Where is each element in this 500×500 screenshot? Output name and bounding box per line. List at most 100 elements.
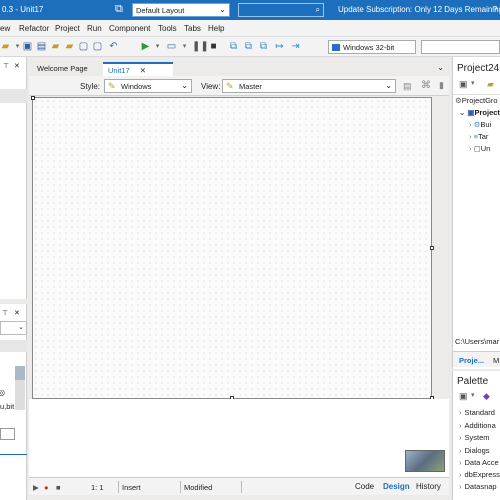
chevron-right-icon: › <box>469 144 472 153</box>
tree-item-build[interactable]: › ⚙Bui <box>469 120 491 129</box>
pin-icon[interactable]: ⊤ <box>3 62 9 70</box>
chevron-right-icon: › <box>469 132 472 141</box>
run-to-cursor-icon[interactable]: ↦ <box>274 41 285 52</box>
target-platform-dropdown[interactable]: Windows 32-bit <box>328 40 416 54</box>
toolbar-icon[interactable]: ▤ <box>403 81 412 92</box>
tab-model-view[interactable]: M <box>493 356 499 365</box>
palette-category-standard[interactable]: › Standard <box>459 408 495 417</box>
component-filter[interactable]: ⌄ <box>0 321 27 335</box>
project-manager-panel: Project24. ▣ ▾ ▰ ⚙ProjectGro ⌄ ▣Project … <box>452 57 500 369</box>
close-icon[interactable]: ✕ <box>140 66 146 75</box>
step-over-icon[interactable]: ⧉ <box>243 41 254 52</box>
window-title: 0.3 - Unit17 <box>2 5 44 14</box>
close-file-icon[interactable]: ▢ <box>78 41 89 52</box>
design-tab[interactable]: Design <box>383 482 410 491</box>
menu-project[interactable]: Project <box>55 24 80 33</box>
record-macro-icon[interactable]: ● <box>44 483 49 492</box>
resize-handle[interactable] <box>31 96 35 100</box>
chevron-down-icon: ⌄ <box>385 81 392 90</box>
palette-category-system[interactable]: › System <box>459 433 490 442</box>
tree-item-target[interactable]: › ≡Tar <box>469 132 488 141</box>
subscription-notice[interactable]: Update Subscription: Only 12 Days Remain… <box>338 5 500 14</box>
return-icon[interactable]: ⇥ <box>290 41 301 52</box>
tab-label: Unit17 <box>108 66 130 75</box>
layout-dropdown[interactable]: Default Layout ⌄ <box>132 3 230 17</box>
tab-label: Welcome Page <box>37 64 88 73</box>
delete-icon[interactable]: ▮ <box>439 80 444 91</box>
close-icon[interactable]: ✕ <box>14 62 20 70</box>
search-input[interactable]: ⌕ <box>238 3 324 17</box>
menu-tabs[interactable]: Tabs <box>184 24 201 33</box>
code-tab[interactable]: Code <box>355 482 374 491</box>
chevron-down-icon[interactable]: ⌄ <box>437 63 444 72</box>
chevron-right-icon: › <box>459 446 462 455</box>
palette-categories-icon[interactable]: ▣ <box>459 391 468 402</box>
title-bar: 0.3 - Unit17 ⧉ Default Layout ⌄ ⌕ Update… <box>0 0 500 20</box>
tree-item-unit[interactable]: › ▢Un <box>469 144 490 153</box>
menu-tools[interactable]: Tools <box>158 24 177 33</box>
trace-icon[interactable]: ⧉ <box>258 41 269 52</box>
play-macro-icon[interactable]: ▶ <box>33 483 39 492</box>
tree-item-project-group[interactable]: ⚙ProjectGro <box>455 96 498 105</box>
step-into-icon[interactable]: ⧉ <box>228 41 239 52</box>
pin-icon[interactable]: ⊤ <box>2 309 8 317</box>
folder-icon[interactable]: ▰ <box>64 41 75 52</box>
chevron-down-icon[interactable]: ▾ <box>179 41 190 52</box>
cursor-position: 1: 1 <box>91 483 104 492</box>
palette-category-additional[interactable]: › Additiona <box>459 421 496 430</box>
run-without-debug-icon[interactable]: ▭ <box>166 41 177 52</box>
link-icon[interactable]: ⌘ <box>421 80 431 91</box>
palette-category-datasnap[interactable]: › Datasnap <box>459 482 497 491</box>
layout-icon[interactable]: ⧉ <box>115 3 123 16</box>
tab-unit17[interactable]: Unit17 ✕ <box>103 62 173 76</box>
tool-palette-panel: Palette ▣ ▾ ◆ › Standard › Additiona › Syst… <box>452 371 500 500</box>
style-dropdown[interactable]: ✎ Windows ⌄ <box>104 79 192 93</box>
platform-value: Windows 32-bit <box>343 43 395 52</box>
chevron-down-icon[interactable]: ▾ <box>471 79 475 87</box>
project-path: C:\Users\mar <box>455 337 500 346</box>
stop-macro-icon[interactable]: ■ <box>56 483 61 492</box>
file-icon: ▢ <box>473 144 481 153</box>
tab-welcome-page[interactable]: Welcome Page <box>32 62 102 76</box>
menu-view[interactable]: ew <box>0 24 10 33</box>
run-icon[interactable]: ▶ <box>140 41 151 52</box>
menu-run[interactable]: Run <box>87 24 102 33</box>
help-button[interactable]: ? <box>493 5 497 14</box>
chevron-right-icon: › <box>459 433 462 442</box>
menu-refactor[interactable]: Refactor <box>19 24 49 33</box>
file-icon[interactable]: ▢ <box>92 41 103 52</box>
style-icon: ✎ <box>108 81 116 91</box>
chevron-down-icon[interactable]: ▾ <box>471 391 475 399</box>
close-icon[interactable]: ✕ <box>14 309 20 317</box>
new-item-icon[interactable]: ▣ <box>459 79 468 90</box>
palette-category-data-access[interactable]: › Data Acce <box>459 458 499 467</box>
form-design-surface[interactable] <box>31 96 434 400</box>
chevron-right-icon: › <box>459 408 462 417</box>
insert-mode: Insert <box>122 483 141 492</box>
history-tab[interactable]: History <box>416 482 441 491</box>
save-icon[interactable]: ▣ <box>22 41 33 52</box>
menu-component[interactable]: Component <box>109 24 150 33</box>
open-icon[interactable]: ▰ <box>0 41 11 52</box>
chevron-down-icon[interactable]: ▾ <box>152 41 163 52</box>
palette-category-dialogs[interactable]: › Dialogs <box>459 446 490 455</box>
configuration-box[interactable] <box>421 40 500 54</box>
layout-value: Default Layout <box>136 6 185 15</box>
save-all-icon[interactable]: ▤ <box>36 41 47 52</box>
resize-handle[interactable] <box>430 246 434 250</box>
palette-category-dbexpress[interactable]: › dbExpress <box>459 470 500 479</box>
undo-icon[interactable]: ↶ <box>108 41 119 52</box>
palette-filter-icon[interactable]: ◆ <box>483 391 490 402</box>
tab-projects[interactable]: Proje... <box>459 356 484 365</box>
pause-icon[interactable]: ❚❚ <box>192 41 209 52</box>
scrollbar[interactable] <box>15 366 25 410</box>
tree-item-project[interactable]: ⌄ ▣Project <box>459 108 500 117</box>
open-project-icon[interactable]: ▰ <box>50 41 61 52</box>
record-icon: ◎ <box>0 388 5 397</box>
stop-icon[interactable]: ■ <box>208 41 219 52</box>
view-icon: ✎ <box>226 81 234 91</box>
folder-icon[interactable]: ▰ <box>487 79 494 90</box>
view-dropdown[interactable]: ✎ Master ⌄ <box>222 79 396 93</box>
menu-help[interactable]: Help <box>208 24 224 33</box>
property-input[interactable] <box>0 428 15 440</box>
